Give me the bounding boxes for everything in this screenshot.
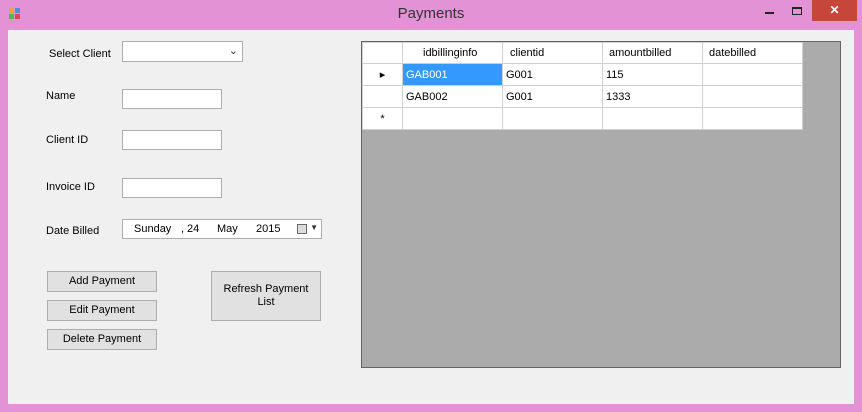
minimize-button[interactable] (755, 0, 783, 21)
table-cell[interactable]: GAB002 (402, 85, 503, 108)
dropdown-arrow-icon[interactable]: ▼ (310, 223, 318, 232)
table-cell[interactable] (702, 107, 803, 130)
select-client-label: Select Client (49, 48, 111, 60)
table-cell[interactable] (602, 107, 703, 130)
table-cell[interactable]: G001 (502, 63, 603, 86)
payments-grid[interactable]: idbillinginfo clientid amountbilled date… (361, 41, 841, 368)
maximize-icon (792, 6, 802, 15)
form-client-area: Select Client ⌄ Name Client ID Invoice I… (8, 30, 854, 404)
date-day[interactable]: 24 (187, 223, 199, 235)
refresh-payment-list-button[interactable]: Refresh Payment List (211, 271, 321, 321)
payments-table: idbillinginfo clientid amountbilled date… (362, 42, 803, 130)
table-cell[interactable]: 115 (602, 63, 703, 86)
table-cell[interactable] (502, 107, 603, 130)
date-weekday[interactable]: Sunday (134, 223, 171, 235)
table-row[interactable]: ▸ GAB001 G001 115 (362, 63, 803, 86)
row-current-indicator-icon[interactable]: ▸ (362, 63, 403, 86)
add-payment-button[interactable]: Add Payment (47, 271, 157, 292)
name-label: Name (46, 90, 76, 102)
date-billed-picker[interactable]: Sunday , 24 May 2015 ▼ (122, 219, 322, 239)
minimize-icon (764, 11, 774, 14)
date-year[interactable]: 2015 (256, 223, 280, 235)
title-bar[interactable]: Payments ✕ (0, 0, 862, 30)
edit-payment-button[interactable]: Edit Payment (47, 300, 157, 321)
window-title: Payments (397, 5, 465, 22)
name-field[interactable] (122, 89, 222, 109)
grid-corner-header[interactable] (362, 42, 403, 64)
invoice-id-label: Invoice ID (46, 181, 95, 193)
table-row-new[interactable]: * (362, 107, 803, 130)
date-separator: , (181, 223, 185, 235)
close-button[interactable]: ✕ (812, 0, 857, 21)
table-row[interactable]: GAB002 G001 1333 (362, 85, 803, 108)
new-row-indicator-icon[interactable]: * (362, 107, 403, 130)
column-header-datebilled[interactable]: datebilled (702, 42, 803, 64)
table-cell[interactable] (402, 107, 503, 130)
column-header-clientid[interactable]: clientid (502, 42, 603, 64)
calendar-icon[interactable] (297, 224, 307, 234)
date-month[interactable]: May (217, 223, 238, 235)
table-cell[interactable]: 1333 (602, 85, 703, 108)
table-cell[interactable] (702, 85, 803, 108)
table-cell[interactable] (702, 63, 803, 86)
column-header-amountbilled[interactable]: amountbilled (602, 42, 703, 64)
select-client-dropdown[interactable]: ⌄ (122, 41, 243, 62)
date-billed-label: Date Billed (46, 225, 100, 237)
grid-header-row: idbillinginfo clientid amountbilled date… (362, 42, 803, 64)
column-header-idbillinginfo[interactable]: idbillinginfo (402, 42, 503, 64)
maximize-button[interactable] (783, 0, 811, 21)
table-cell[interactable]: GAB001 (402, 63, 503, 86)
client-id-label: Client ID (46, 134, 89, 146)
chevron-down-icon: ⌄ (228, 45, 238, 57)
client-id-field[interactable] (122, 130, 222, 150)
row-header[interactable] (362, 85, 403, 108)
close-icon: ✕ (829, 3, 840, 17)
table-cell[interactable]: G001 (502, 85, 603, 108)
invoice-id-field[interactable] (122, 178, 222, 198)
delete-payment-button[interactable]: Delete Payment (47, 329, 157, 350)
